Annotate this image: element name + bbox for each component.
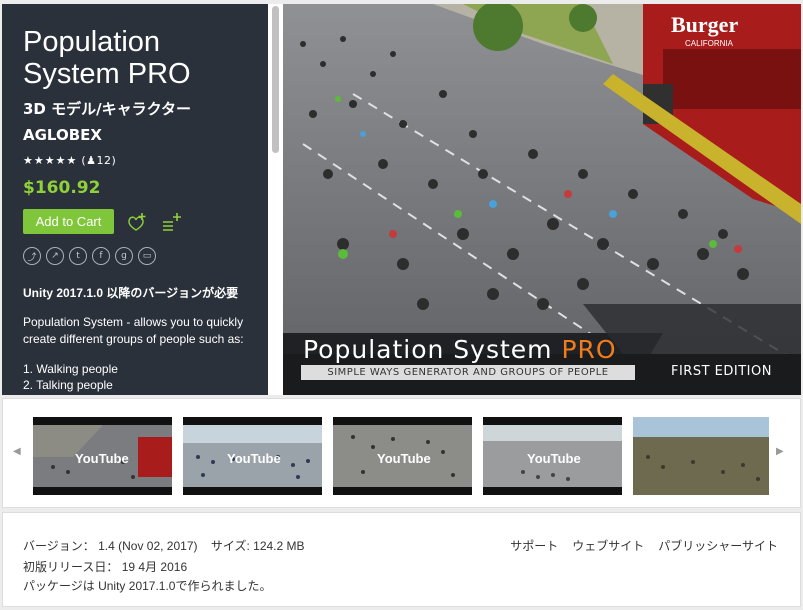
youtube-label: YouTube [377,451,431,466]
price: $160.92 [23,178,101,198]
carousel-next-arrow-icon[interactable]: ▶ [776,446,784,457]
image-thumbnail[interactable] [633,417,769,495]
publisher-link[interactable]: AGLOBEX [23,126,248,144]
description-scrollbar[interactable] [268,4,283,395]
hero-edition: FIRST EDITION [671,364,772,379]
rating-count: (♟12) [81,154,117,167]
built-with: パッケージは Unity 2017.1.0で作られました。 [23,579,272,593]
rating[interactable]: ★★★★★ (♟12) [23,154,248,167]
google-plus-icon[interactable]: g [115,247,133,265]
carousel-prev-arrow-icon[interactable]: ◀ [13,446,21,457]
product-category-link[interactable]: 3D モデル/キャラクター [23,98,248,119]
add-to-list-icon[interactable] [160,210,184,234]
product-title: Population System PRO [23,26,191,90]
support-link[interactable]: サポート [510,537,558,554]
burger-sign-subtext: CALIFORNIA [685,39,734,48]
rating-stars: ★★★★★ [23,154,78,167]
video-thumbnail[interactable]: YouTube [483,417,622,495]
hero-title-pro: PRO [561,335,617,364]
media-carousel: ◀ ▶ YouTube YouTube YouTube YouTube [2,398,801,508]
product-info-panel: Population System PRO 3D モデル/キャラクター AGLO… [2,4,268,395]
video-thumbnail[interactable]: YouTube [183,417,322,495]
burger-sign-text: Burger [671,12,738,37]
publisher-site-link[interactable]: パブリッシャーサイト [658,537,778,554]
hero-image[interactable]: Burger CALIFORNIA Population System PRO … [283,4,801,395]
info-links: サポート ウェブサイト パブリッシャーサイト [510,537,778,554]
product-description: Population System - allows you to quickl… [23,315,244,346]
share-icon[interactable]: ⤴ [23,247,41,265]
feature-list: 1. Walking people 2. Talking people [23,361,248,393]
scrollbar-thumb[interactable] [272,6,279,153]
video-thumbnail[interactable]: YouTube [333,417,472,495]
file-size: サイズ: 124.2 MB [210,539,305,553]
youtube-label: YouTube [227,451,281,466]
youtube-label: YouTube [75,451,129,466]
list-item: 1. Walking people [23,362,118,376]
unity-requirement: Unity 2017.1.0 以降のバージョンが必要 [23,286,239,300]
twitter-icon[interactable]: t [69,247,87,265]
version-and-size: バージョン： 1.4 (Nov 02, 2017) サイズ: 124.2 MB [23,537,305,554]
facebook-icon[interactable]: f [92,247,110,265]
website-link[interactable]: ウェブサイト [572,537,644,554]
add-to-wishlist-icon[interactable] [125,210,149,234]
hero-subtitle: SIMPLE WAYS GENERATOR AND GROUPS OF PEOP… [301,365,635,380]
hero-title: Population System PRO [303,335,617,364]
hero-title-main: Population System [303,335,562,364]
add-to-cart-button[interactable]: Add to Cart [23,209,114,234]
youtube-label: YouTube [527,451,581,466]
package-info: バージョン： 1.4 (Nov 02, 2017) サイズ: 124.2 MB … [2,512,801,607]
reddit-icon[interactable]: ↗ [46,247,64,265]
first-release: 初版リリース日： 19 4月 2016 [23,560,188,574]
embed-icon[interactable]: ▭ [138,247,156,265]
video-thumbnail[interactable]: YouTube [33,417,172,495]
version: バージョン： 1.4 (Nov 02, 2017) [23,539,198,553]
asset-store-page: Population System PRO 3D モデル/キャラクター AGLO… [0,0,803,610]
list-item: 2. Talking people [23,378,113,392]
